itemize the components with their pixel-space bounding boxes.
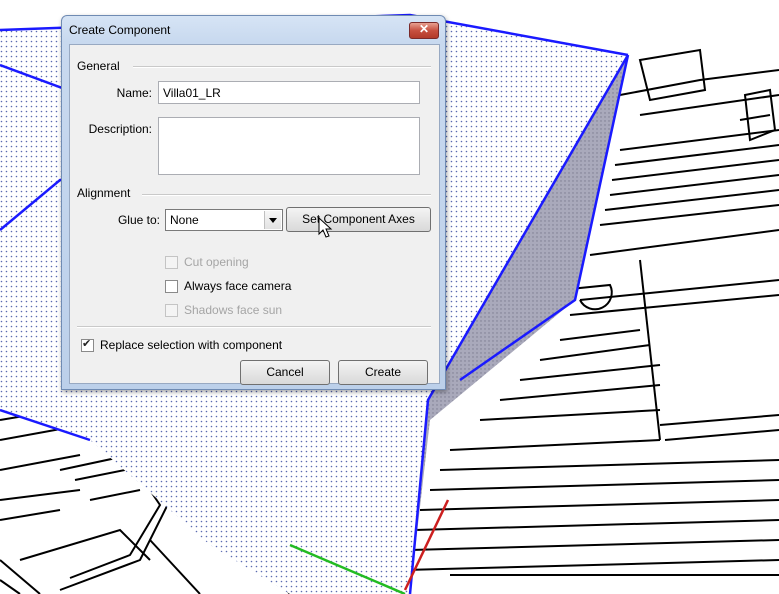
dialog-titlebar[interactable]: Create Component ✕ (62, 16, 445, 44)
bottom-divider (77, 326, 431, 328)
alignment-group-label: Alignment (77, 186, 131, 200)
chevron-down-icon[interactable] (264, 211, 281, 229)
always-face-camera-label[interactable]: Always face camera (184, 279, 291, 293)
create-component-dialog: Create Component ✕ General Name: Descrip… (61, 15, 446, 390)
close-button[interactable]: ✕ (409, 22, 439, 39)
sketchup-viewport[interactable]: Create Component ✕ General Name: Descrip… (0, 0, 779, 594)
close-icon: ✕ (418, 22, 430, 36)
general-group-label: General (77, 59, 120, 73)
glue-to-label: Glue to: (117, 213, 160, 227)
dialog-client-area: General Name: Description: Alignment Glu… (69, 44, 440, 385)
cancel-button[interactable]: Cancel (240, 360, 330, 385)
shadows-face-sun-checkbox[interactable] (165, 304, 178, 317)
cut-opening-checkbox[interactable] (165, 256, 178, 269)
mouse-pointer-icon (318, 217, 333, 238)
general-divider (133, 66, 431, 68)
shadows-face-sun-label: Shadows face sun (184, 303, 283, 317)
cut-opening-label: Cut opening (184, 255, 249, 269)
dialog-title: Create Component (69, 23, 171, 37)
description-label: Description: (88, 122, 152, 136)
name-input[interactable] (158, 81, 420, 104)
create-button[interactable]: Create (338, 360, 428, 385)
alignment-divider (142, 194, 431, 196)
set-component-axes-button[interactable]: Set Component Axes (286, 207, 431, 232)
name-label: Name: (116, 86, 152, 100)
glue-to-select[interactable]: None (165, 209, 283, 231)
glue-to-value: None (170, 213, 199, 227)
replace-selection-label[interactable]: Replace selection with component (100, 338, 282, 352)
always-face-camera-checkbox[interactable] (165, 280, 178, 293)
description-input[interactable] (158, 117, 420, 175)
replace-selection-checkbox[interactable] (81, 337, 94, 352)
